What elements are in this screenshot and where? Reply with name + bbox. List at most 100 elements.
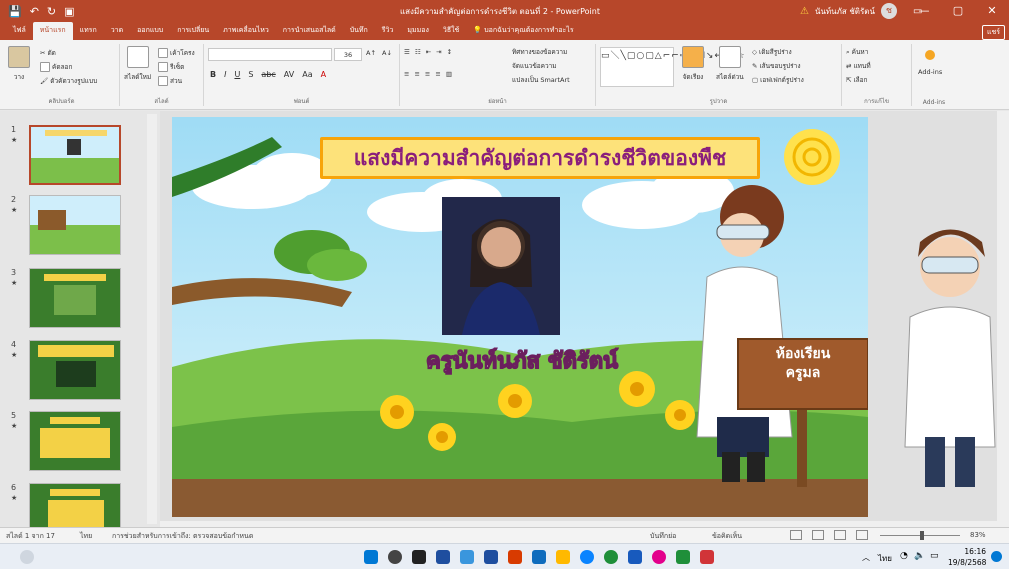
find-button[interactable]: ⌕ ค้นหา bbox=[846, 47, 868, 57]
align-left-icon[interactable]: ≡ bbox=[404, 70, 409, 78]
file-explorer-icon[interactable] bbox=[556, 550, 570, 564]
search-icon[interactable] bbox=[388, 550, 402, 564]
slide-thumbnail-1[interactable] bbox=[29, 125, 121, 185]
save-icon[interactable]: 💾 bbox=[8, 5, 22, 18]
edge-icon[interactable] bbox=[580, 550, 594, 564]
notes-button[interactable]: บันทึกย่อ bbox=[650, 531, 676, 542]
office-icon[interactable] bbox=[508, 550, 522, 564]
tab-animations[interactable]: ภาพเคลื่อนไหว bbox=[216, 25, 276, 40]
slide-thumbnail-3[interactable] bbox=[29, 268, 121, 328]
thumbnails-scrollbar[interactable] bbox=[147, 114, 157, 524]
word-icon[interactable] bbox=[628, 550, 642, 564]
clock[interactable]: 16:16 19/8/2568 bbox=[948, 546, 986, 568]
bullets-icon[interactable]: ☰ bbox=[404, 48, 410, 56]
italic-button[interactable]: I bbox=[224, 70, 226, 79]
tab-home[interactable]: หน้าแรก bbox=[32, 22, 73, 40]
slideshow-icon[interactable] bbox=[856, 530, 868, 540]
present-icon[interactable]: ▣ bbox=[64, 5, 74, 18]
comments-button[interactable]: ข้อคิดเห็น bbox=[712, 531, 742, 542]
select-button[interactable]: ⇱ เลือก bbox=[846, 75, 868, 85]
battery-icon[interactable]: ▭ bbox=[930, 551, 939, 561]
app-icon[interactable] bbox=[484, 550, 498, 564]
language-indicator[interactable]: ไทย bbox=[80, 531, 92, 542]
maximize-button[interactable]: ▢ bbox=[941, 0, 975, 22]
font-size-combo[interactable]: 36 bbox=[334, 48, 362, 61]
justify-icon[interactable]: ≡ bbox=[435, 70, 440, 78]
line-icon[interactable] bbox=[676, 550, 690, 564]
smartart-button[interactable]: แปลงเป็น SmartArt bbox=[512, 75, 570, 85]
shrink-font-button[interactable]: A↓ bbox=[382, 49, 392, 57]
user-name[interactable]: นันท์นภัส ชัติรัตน์ bbox=[815, 5, 875, 18]
powerpoint-icon[interactable] bbox=[700, 550, 714, 564]
store-icon[interactable] bbox=[532, 550, 546, 564]
strikethrough-button[interactable]: S bbox=[248, 70, 253, 79]
tab-design[interactable]: ออกแบบ bbox=[130, 25, 170, 40]
quick-styles-button[interactable]: สไตล์ด่วน bbox=[716, 46, 744, 82]
normal-view-icon[interactable] bbox=[790, 530, 802, 540]
addins-button[interactable]: Add-ins bbox=[918, 46, 942, 76]
text-direction-button[interactable]: ทิศทางของข้อความ bbox=[512, 47, 567, 57]
tell-me-search[interactable]: 💡 บอกฉันว่าคุณต้องการทำอะไร bbox=[466, 25, 580, 40]
slide-thumbnail-6[interactable] bbox=[29, 483, 121, 527]
font-name-combo[interactable] bbox=[208, 48, 332, 61]
copy-button[interactable]: คัดลอก bbox=[40, 62, 72, 72]
change-case-button[interactable]: Aa bbox=[302, 70, 312, 79]
underline-button[interactable]: U bbox=[234, 70, 240, 79]
redo-icon[interactable]: ↻ bbox=[47, 5, 56, 18]
reset-button[interactable]: รีเซ็ต bbox=[158, 62, 184, 72]
undo-icon[interactable]: ↶ bbox=[30, 5, 39, 18]
start-icon[interactable] bbox=[364, 550, 378, 564]
numbering-icon[interactable]: ☷ bbox=[415, 48, 421, 56]
layout-button[interactable]: เค้าโครง bbox=[158, 48, 195, 58]
input-language[interactable]: ไทย bbox=[878, 552, 892, 565]
chat-icon[interactable] bbox=[436, 550, 450, 564]
tab-file[interactable]: ไฟล์ bbox=[6, 25, 33, 40]
line-spacing-icon[interactable]: ↕ bbox=[447, 48, 452, 56]
shapes-gallery[interactable]: ▭＼╲▢○▢△⌐⌐⇨⇩☐↘↩{}☆ bbox=[600, 47, 745, 87]
font-color-button[interactable]: A bbox=[321, 70, 326, 79]
task-view-icon[interactable] bbox=[412, 550, 426, 564]
slide-thumbnail-4[interactable] bbox=[29, 340, 121, 400]
arrange-button[interactable]: จัดเรียง bbox=[682, 46, 704, 82]
slide-sorter-icon[interactable] bbox=[812, 530, 824, 540]
photos-icon[interactable] bbox=[460, 550, 474, 564]
shape-fill-button[interactable]: ◇ เติมสีรูปร่าง bbox=[752, 47, 792, 57]
paste-button[interactable]: วาง bbox=[8, 46, 30, 82]
widgets-icon[interactable] bbox=[20, 550, 34, 564]
sign-text[interactable]: ห้องเรียน ครูมล bbox=[738, 345, 868, 383]
minimize-button[interactable]: — bbox=[907, 0, 941, 22]
char-spacing-button[interactable]: AV bbox=[284, 70, 294, 79]
decrease-indent-icon[interactable]: ⇤ bbox=[426, 48, 431, 56]
strike-abc-button[interactable]: abc bbox=[261, 70, 275, 79]
speaker-icon[interactable]: 🔈 bbox=[914, 551, 925, 561]
tab-record[interactable]: บันทึก bbox=[343, 25, 375, 40]
tab-review[interactable]: รีวิว bbox=[375, 25, 401, 40]
notification-icon[interactable] bbox=[991, 551, 1002, 562]
columns-icon[interactable]: ▥ bbox=[446, 70, 452, 78]
slide-thumbnail-5[interactable] bbox=[29, 411, 121, 471]
align-text-button[interactable]: จัดแนวข้อความ bbox=[512, 61, 557, 71]
wifi-icon[interactable]: ◔ bbox=[900, 551, 908, 561]
accessibility-status[interactable]: การช่วยสำหรับการเข้าถึง: ตรวจสอบข้อกำหนด bbox=[112, 531, 253, 542]
zoom-level[interactable]: 83% bbox=[970, 531, 986, 539]
grow-font-button[interactable]: A↑ bbox=[366, 49, 376, 57]
tab-transitions[interactable]: การเปลี่ยน bbox=[170, 25, 216, 40]
shape-outline-button[interactable]: ✎ เส้นขอบรูปร่าง bbox=[752, 61, 801, 71]
align-right-icon[interactable]: ≡ bbox=[425, 70, 430, 78]
cut-button[interactable]: ✂ ตัด bbox=[40, 48, 56, 58]
slide-thumbnail-2[interactable] bbox=[29, 195, 121, 255]
align-center-icon[interactable]: ≡ bbox=[414, 70, 419, 78]
chevron-up-icon[interactable]: ︿ bbox=[862, 552, 870, 563]
zoom-slider-thumb[interactable] bbox=[920, 531, 924, 540]
current-slide[interactable]: แสงมีความสำคัญต่อการดำรงชีวิตของพืช ครูน… bbox=[172, 117, 868, 517]
close-button[interactable]: ✕ bbox=[975, 0, 1009, 22]
shape-effects-button[interactable]: ▢ เอฟเฟกต์รูปร่าง bbox=[752, 75, 804, 85]
avatar[interactable]: ช bbox=[880, 3, 897, 19]
app-icon-pink[interactable] bbox=[652, 550, 666, 564]
replace-button[interactable]: ⇄ แทนที่ bbox=[846, 61, 871, 71]
format-painter-button[interactable]: 🖌 ตัวคัดวางรูปแบบ bbox=[40, 76, 97, 86]
tab-insert[interactable]: แทรก bbox=[73, 25, 104, 40]
tab-help[interactable]: วิธีใช้ bbox=[436, 25, 466, 40]
reading-view-icon[interactable] bbox=[834, 530, 846, 540]
chrome-icon[interactable] bbox=[604, 550, 618, 564]
